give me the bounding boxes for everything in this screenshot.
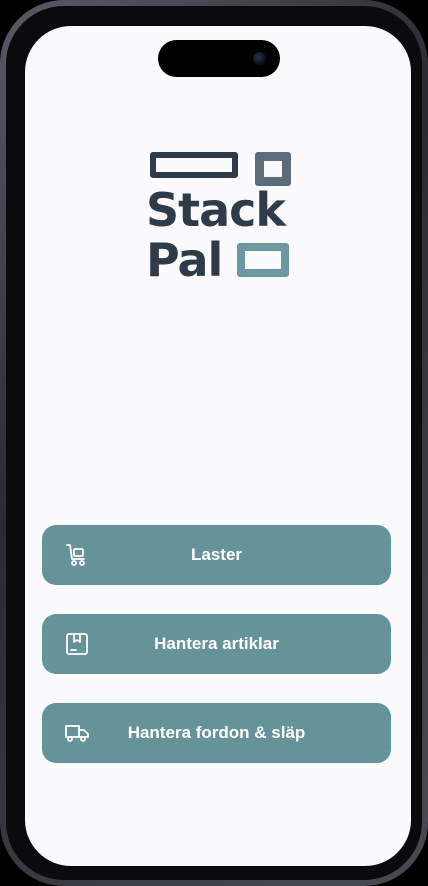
- camera-icon: [253, 52, 266, 65]
- logo-bar-teal: [237, 243, 289, 277]
- dynamic-island: [158, 40, 280, 77]
- manage-vehicles-label: Hantera fordon & släp: [127, 723, 306, 742]
- logo-bar-dark: [150, 152, 238, 178]
- cart-icon: [66, 544, 85, 566]
- phone-bezel: Stack Pal Laster Hantera artiklar Hanter…: [6, 6, 422, 880]
- laster-label: Laster: [190, 545, 243, 564]
- box-icon: [66, 633, 88, 655]
- app-screen: Stack Pal Laster Hantera artiklar Hanter…: [25, 26, 411, 866]
- logo-word-stack: Stack: [146, 183, 286, 237]
- manage-articles-label: Hantera artiklar: [154, 634, 279, 653]
- phone-frame: Stack Pal Laster Hantera artiklar Hanter…: [0, 0, 428, 886]
- logo-square: [255, 152, 291, 186]
- laster-button[interactable]: Laster: [42, 525, 391, 585]
- manage-articles-button[interactable]: Hantera artiklar: [42, 614, 391, 674]
- manage-vehicles-button[interactable]: Hantera fordon & släp: [42, 703, 391, 763]
- logo-word-pal: Pal: [146, 233, 223, 287]
- stackpal-logo: Stack Pal: [146, 150, 291, 287]
- truck-icon: [65, 725, 89, 742]
